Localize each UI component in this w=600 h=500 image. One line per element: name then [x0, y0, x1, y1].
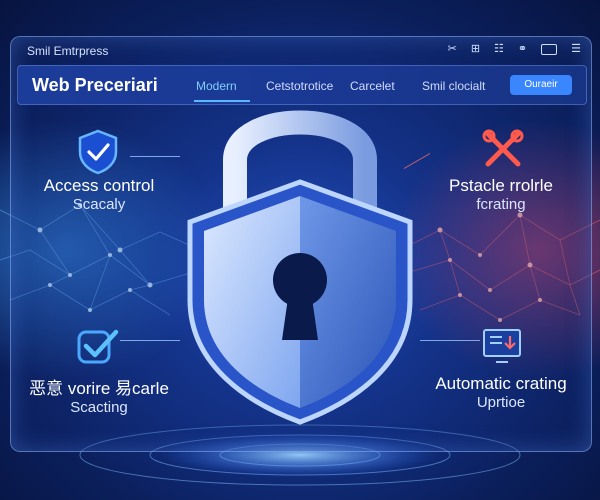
tools-icon[interactable]: ✂ — [448, 43, 457, 55]
checkmark-icon — [77, 329, 119, 364]
tab-modern[interactable]: Modern — [196, 79, 237, 93]
grid-icon[interactable]: ⊞ — [471, 43, 480, 55]
tab-third[interactable]: Carcelet — [350, 79, 395, 93]
feature-title: 恶意 vorire 易carle — [29, 379, 169, 398]
feature-subtitle: Scacaly — [72, 196, 126, 213]
feature-title: Automatic crating — [435, 374, 567, 393]
cta-button[interactable]: Ouraeir — [510, 75, 572, 95]
padlock-shield-icon — [187, 110, 413, 425]
feature-subtitle: Uprtioe — [476, 394, 526, 411]
feature-title: Access control — [43, 176, 155, 195]
link-icon[interactable]: ⚭ — [518, 43, 527, 55]
tab-second[interactable]: Cetstotrotice — [266, 79, 333, 93]
feature-automatic-updating: Automatic crating Uprtioe — [426, 374, 576, 411]
window-box-icon[interactable] — [541, 43, 558, 55]
users-icon[interactable]: ☷ — [494, 43, 504, 55]
monitor-download-icon — [483, 329, 521, 363]
app-title: Smil Emtrpress — [27, 44, 109, 58]
tab-fourth[interactable]: Smil clocialt — [422, 79, 485, 93]
feature-subtitle: fcrating — [476, 196, 526, 213]
title-bar: Smil Emtrpress ✂ ⊞ ☷ ⚭ ☰ — [11, 37, 591, 63]
feature-subtitle: Scacting — [70, 399, 128, 416]
feature-malware-scanning: 恶意 vorire 易carle Scacting — [24, 374, 174, 416]
feature-obstacle-filtering: Pstacle rrolrle fcrating — [426, 176, 576, 213]
feature-access-control: Access control Scacaly — [24, 176, 174, 213]
feature-title: Pstacle rrolrle — [449, 176, 553, 195]
menu-icon[interactable]: ☰ — [571, 43, 581, 55]
window-controls: ✂ ⊞ ☷ ⚭ ☰ — [448, 43, 581, 55]
crossed-tools-icon — [482, 129, 524, 167]
nav-bar: Web Preceriari Modern Cetstotrotice Carc… — [17, 65, 587, 105]
brand-title: Web Preceriari — [32, 75, 158, 95]
shield-check-icon — [78, 129, 118, 175]
